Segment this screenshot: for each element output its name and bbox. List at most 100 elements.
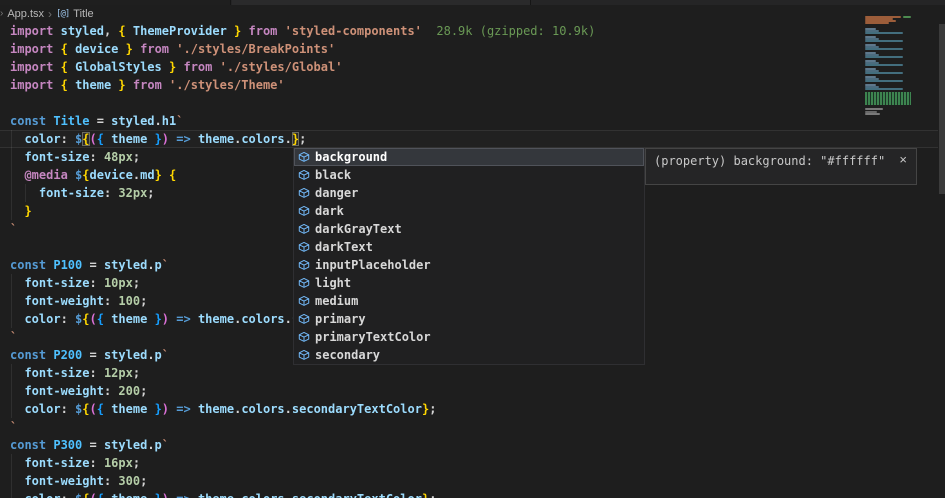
code-token: `: [10, 330, 17, 344]
suggestion-item[interactable]: primary: [294, 310, 644, 328]
code-token: GlobalStyles: [75, 60, 162, 74]
minimap-line: [865, 80, 903, 82]
code-token: 32px: [118, 186, 147, 200]
suggestion-item[interactable]: darkText: [294, 238, 644, 256]
code-token: [53, 60, 60, 74]
code-token: import: [10, 60, 53, 74]
code-token: {: [118, 24, 125, 38]
code-token: ): [162, 402, 169, 416]
code-line[interactable]: font-weight: 200;: [10, 382, 147, 400]
suggestion-item[interactable]: medium: [294, 292, 644, 310]
suggestion-item[interactable]: dark: [294, 202, 644, 220]
code-token: [10, 384, 24, 398]
code-line[interactable]: `: [10, 418, 17, 436]
code-token: ,: [104, 24, 118, 38]
code-line[interactable]: color: ${({ theme }) => theme.colors.sec…: [10, 400, 436, 418]
code-line[interactable]: `: [10, 328, 17, 346]
code-token: [10, 474, 24, 488]
code-token: }: [155, 312, 162, 326]
symbol-field-icon: [297, 312, 311, 326]
scrollbar-thumb[interactable]: [939, 24, 945, 194]
code-line[interactable]: font-size: 48px;: [10, 148, 140, 166]
code-token: import: [10, 78, 53, 92]
code-line[interactable]: import { GlobalStyles } from './styles/G…: [10, 58, 342, 76]
code-token: `: [176, 114, 183, 128]
symbol-field-icon: [297, 186, 311, 200]
breadcrumb-file[interactable]: App.tsx: [7, 8, 44, 20]
suggestion-item[interactable]: darkGrayText: [294, 220, 644, 238]
code-token: }: [155, 402, 162, 416]
suggestion-item[interactable]: danger: [294, 184, 644, 202]
code-token: {: [61, 78, 68, 92]
code-token: ;: [429, 492, 436, 498]
code-token: styled: [111, 114, 154, 128]
code-line[interactable]: import { device } from './styles/BreakPo…: [10, 40, 335, 58]
suggestion-item[interactable]: background: [294, 148, 644, 166]
code-token: P100: [53, 258, 82, 272]
breadcrumb-symbol[interactable]: Title: [73, 8, 93, 20]
code-token: }: [126, 42, 133, 56]
code-token: [118, 42, 125, 56]
code-token: font-weight: [24, 474, 103, 488]
code-line[interactable]: color: ${({ theme }) => theme.colors.sec…: [10, 490, 436, 498]
code-token: from: [249, 24, 278, 38]
code-token: 28.9k (gzipped: 10.9k): [422, 24, 595, 38]
indent-guide: [11, 148, 12, 166]
code-token: font-size: [24, 276, 89, 290]
code-line[interactable]: const P100 = styled.p`: [10, 256, 169, 274]
code-token: [126, 24, 133, 38]
indent-guide: [11, 454, 12, 472]
suggestion-item[interactable]: secondary: [294, 346, 644, 364]
symbol-field-icon: [297, 168, 311, 182]
suggestion-item[interactable]: light: [294, 274, 644, 292]
minimap[interactable]: [862, 15, 917, 125]
code-line[interactable]: font-weight: 100;: [10, 292, 147, 310]
code-line[interactable]: font-size: 12px;: [10, 364, 140, 382]
code-token: (: [90, 402, 97, 416]
code-line[interactable]: @media ${device.md} {: [10, 166, 176, 184]
code-token: styled: [61, 24, 104, 38]
code-token: }: [155, 168, 162, 182]
indent-guide: [11, 310, 12, 328]
code-token: color: [24, 312, 60, 326]
code-line[interactable]: const P300 = styled.p`: [10, 436, 169, 454]
code-token: 10px: [104, 276, 133, 290]
code-line[interactable]: const Title = styled.h1`: [10, 112, 183, 130]
code-line[interactable]: const P200 = styled.p`: [10, 346, 169, 364]
code-line[interactable]: font-size: 10px;: [10, 274, 140, 292]
code-token: `: [10, 420, 17, 434]
indent-guide: [11, 382, 12, 400]
code-token: 200: [118, 384, 140, 398]
code-token: [147, 312, 154, 326]
suggestion-label: medium: [315, 292, 358, 310]
suggestion-item[interactable]: inputPlaceholder: [294, 256, 644, 274]
code-line[interactable]: `: [10, 220, 17, 238]
indent-guide: [11, 400, 12, 418]
minimap-line: [865, 22, 889, 24]
indent-guide: [11, 130, 12, 148]
minimap-line: [903, 16, 911, 18]
code-token: color: [24, 402, 60, 416]
suggestion-label: secondary: [315, 346, 380, 364]
code-line[interactable]: font-size: 16px;: [10, 454, 140, 472]
minimap-line: [865, 56, 903, 58]
code-token: [162, 168, 169, 182]
minimap-line: [865, 40, 903, 42]
code-token: [10, 168, 24, 182]
code-line[interactable]: }: [10, 202, 32, 220]
close-icon[interactable]: ×: [899, 152, 907, 167]
code-token: {: [61, 60, 68, 74]
code-token: P200: [53, 348, 82, 362]
code-line[interactable]: font-size: 32px;: [10, 184, 155, 202]
code-token: from: [133, 78, 162, 92]
code-token: theme: [111, 312, 147, 326]
code-line[interactable]: import { theme } from './styles/Theme': [10, 76, 285, 94]
code-line[interactable]: color: ${({ theme }) => theme.colors.};: [10, 130, 306, 148]
code-token: [53, 24, 60, 38]
suggestion-item[interactable]: primaryTextColor: [294, 328, 644, 346]
suggestion-item[interactable]: black: [294, 166, 644, 184]
code-line[interactable]: import styled, { ThemeProvider } from 's…: [10, 22, 595, 40]
code-token: ;: [140, 294, 147, 308]
symbol-field-icon: [297, 294, 311, 308]
code-line[interactable]: font-weight: 300;: [10, 472, 147, 490]
